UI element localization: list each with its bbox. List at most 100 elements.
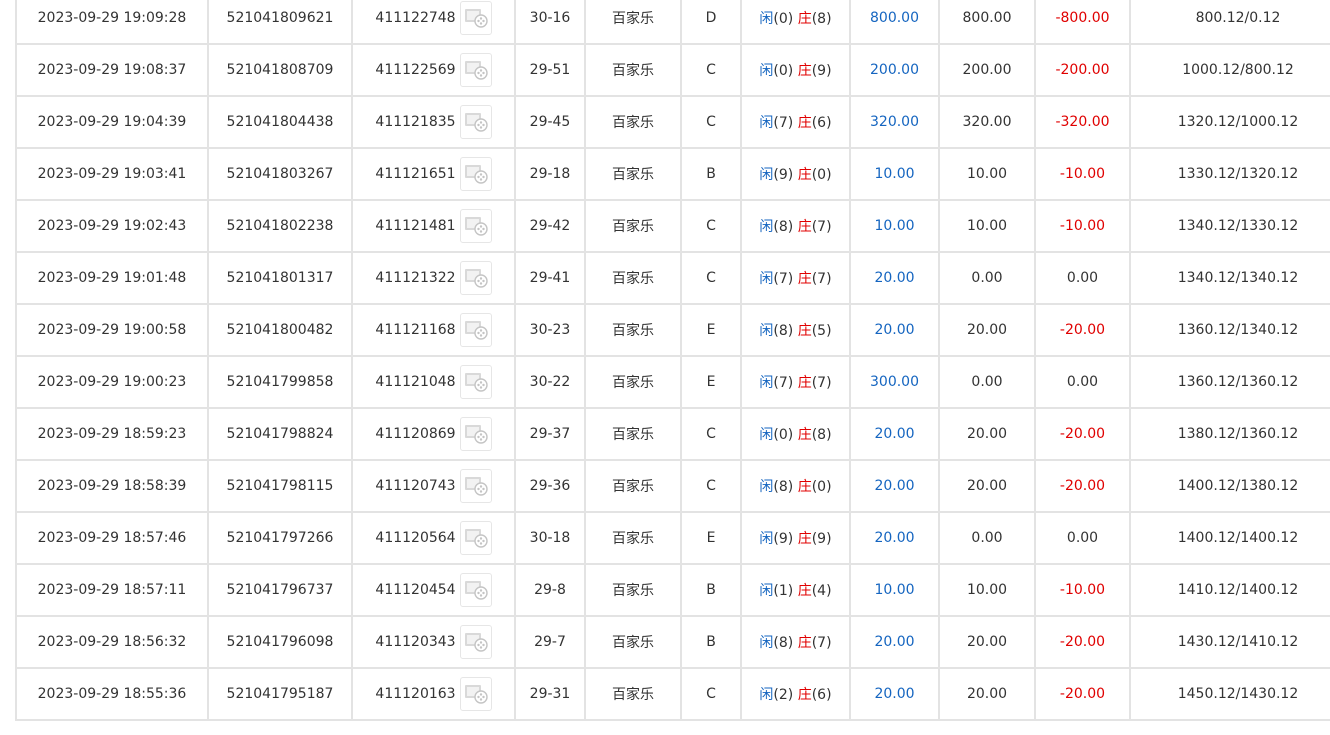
bet-time-cell: 2023-09-29 18:57:46 <box>15 511 209 565</box>
player-score: (7) <box>773 375 794 391</box>
records-table-container: 2023-09-29 19:09:28 521041809621 411122748… <box>15 0 1330 721</box>
valid-bet-cell: 0.00 <box>938 251 1036 305</box>
table-code-cell: C <box>680 43 742 97</box>
video-replay-button[interactable] <box>459 105 492 139</box>
game-name-cell: 百家乐 <box>584 615 682 669</box>
round-number: 411121048 <box>375 374 456 390</box>
round-number-cell: 411121048 <box>351 355 516 409</box>
bet-time-cell: 2023-09-29 18:59:23 <box>15 407 209 461</box>
table-row: 2023-09-29 19:00:58 521041800482 411121168… <box>15 303 1330 357</box>
banker-label: 庄 <box>797 323 812 339</box>
balance-cell: 1380.12/1360.12 <box>1129 407 1330 461</box>
banker-score: (8) <box>811 11 832 27</box>
banker-score: (7) <box>811 271 832 287</box>
table-code-cell: B <box>680 147 742 201</box>
player-score: (0) <box>773 63 794 79</box>
banker-label: 庄 <box>797 687 812 703</box>
result-cell: 闲(7) 庄(7) <box>740 355 851 409</box>
valid-bet-cell: 320.00 <box>938 95 1036 149</box>
video-replay-button[interactable] <box>459 209 492 243</box>
table-code-cell: C <box>680 667 742 721</box>
bet-amount-cell: 20.00 <box>849 251 940 305</box>
win-loss-cell: -800.00 <box>1034 0 1131 45</box>
video-replay-button[interactable] <box>459 625 492 659</box>
order-number-cell: 521041798824 <box>207 407 353 461</box>
round-number-cell: 411121481 <box>351 199 516 253</box>
balance-cell: 1360.12/1360.12 <box>1129 355 1330 409</box>
video-replay-button[interactable] <box>459 365 492 399</box>
win-loss-cell: -320.00 <box>1034 95 1131 149</box>
table-row: 2023-09-29 18:56:32 521041796098 411120343… <box>15 615 1330 669</box>
round-number: 411121481 <box>375 218 456 234</box>
shoe-cell: 30-22 <box>514 355 586 409</box>
table-body: 2023-09-29 19:09:28 521041809621 411122748… <box>15 0 1330 721</box>
round-number-cell: 411120869 <box>351 407 516 461</box>
banker-label: 庄 <box>797 63 812 79</box>
player-label: 闲 <box>759 479 774 495</box>
player-score: (8) <box>773 479 794 495</box>
win-loss-cell: -20.00 <box>1034 667 1131 721</box>
video-replay-button[interactable] <box>459 53 492 87</box>
win-loss-cell: -20.00 <box>1034 407 1131 461</box>
video-replay-button[interactable] <box>459 1 492 35</box>
banker-label: 庄 <box>797 115 812 131</box>
player-label: 闲 <box>759 323 774 339</box>
table-code-cell: C <box>680 407 742 461</box>
shoe-cell: 29-8 <box>514 563 586 617</box>
order-number-cell: 521041801317 <box>207 251 353 305</box>
win-loss-cell: -200.00 <box>1034 43 1131 97</box>
bet-amount-cell: 300.00 <box>849 355 940 409</box>
order-number-cell: 521041809621 <box>207 0 353 45</box>
banker-label: 庄 <box>797 531 812 547</box>
video-replay-button[interactable] <box>459 261 492 295</box>
win-loss-cell: -10.00 <box>1034 563 1131 617</box>
round-number-cell: 411120454 <box>351 563 516 617</box>
round-number: 411120163 <box>375 686 456 702</box>
table-row: 2023-09-29 18:55:36 521041795187 411120163… <box>15 667 1330 721</box>
video-replay-button[interactable] <box>459 573 492 607</box>
table-code-cell: B <box>680 563 742 617</box>
balance-cell: 1450.12/1430.12 <box>1129 667 1330 721</box>
banker-label: 庄 <box>797 271 812 287</box>
valid-bet-cell: 0.00 <box>938 355 1036 409</box>
video-replay-button[interactable] <box>459 157 492 191</box>
round-number-cell: 411121322 <box>351 251 516 305</box>
round-number: 411120743 <box>375 478 456 494</box>
bet-amount-cell: 10.00 <box>849 199 940 253</box>
table-row: 2023-09-29 19:09:28 521041809621 411122748… <box>15 0 1330 45</box>
banker-score: (0) <box>811 479 832 495</box>
player-score: (7) <box>773 271 794 287</box>
banker-score: (5) <box>811 323 832 339</box>
player-score: (9) <box>773 167 794 183</box>
result-cell: 闲(7) 庄(6) <box>740 95 851 149</box>
shoe-cell: 29-51 <box>514 43 586 97</box>
banker-score: (7) <box>811 635 832 651</box>
round-number: 411121835 <box>375 114 456 130</box>
order-number-cell: 521041798115 <box>207 459 353 513</box>
round-number-cell: 411120163 <box>351 667 516 721</box>
win-loss-cell: -10.00 <box>1034 147 1131 201</box>
table-row: 2023-09-29 18:59:23 521041798824 411120869… <box>15 407 1330 461</box>
bet-amount-cell: 200.00 <box>849 43 940 97</box>
video-replay-button[interactable] <box>459 677 492 711</box>
valid-bet-cell: 10.00 <box>938 199 1036 253</box>
video-replay-button[interactable] <box>459 521 492 555</box>
player-label: 闲 <box>759 427 774 443</box>
bet-time-cell: 2023-09-29 19:08:37 <box>15 43 209 97</box>
bet-amount-cell: 800.00 <box>849 0 940 45</box>
bet-records-table: 2023-09-29 19:09:28 521041809621 411122748… <box>15 0 1330 721</box>
result-cell: 闲(1) 庄(4) <box>740 563 851 617</box>
video-replay-button[interactable] <box>459 469 492 503</box>
player-label: 闲 <box>759 219 774 235</box>
table-row: 2023-09-29 19:01:48 521041801317 411121322… <box>15 251 1330 305</box>
bet-amount-cell: 20.00 <box>849 303 940 357</box>
shoe-cell: 29-45 <box>514 95 586 149</box>
video-replay-button[interactable] <box>459 313 492 347</box>
order-number-cell: 521041808709 <box>207 43 353 97</box>
bet-time-cell: 2023-09-29 19:02:43 <box>15 199 209 253</box>
banker-score: (6) <box>811 115 832 131</box>
valid-bet-cell: 10.00 <box>938 563 1036 617</box>
video-replay-button[interactable] <box>459 417 492 451</box>
table-row: 2023-09-29 19:00:23 521041799858 411121048… <box>15 355 1330 409</box>
balance-cell: 1430.12/1410.12 <box>1129 615 1330 669</box>
